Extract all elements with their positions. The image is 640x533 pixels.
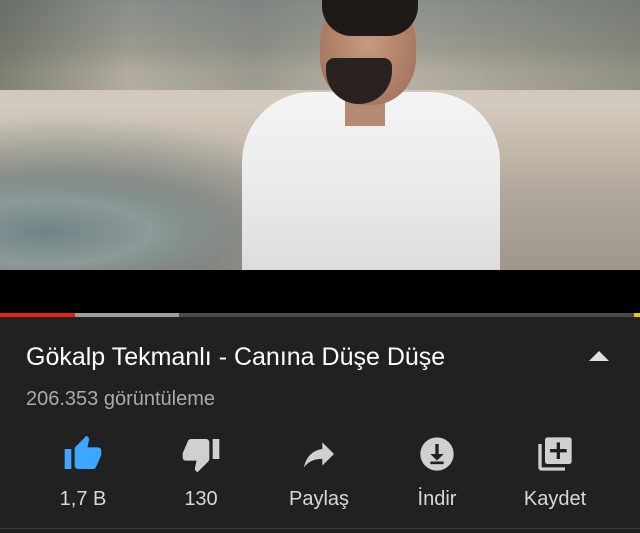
share-button[interactable]: Paylaş (264, 430, 374, 520)
download-icon (420, 437, 454, 471)
divider (0, 528, 640, 529)
chevron-up-icon (589, 351, 609, 361)
video-title: Gökalp Tekmanlı - Canına Düşe Düşe (26, 343, 446, 371)
dislike-count: 130 (184, 488, 218, 510)
add-to-playlist-icon (538, 437, 572, 471)
dislike-button[interactable]: 130 (146, 430, 256, 520)
download-button[interactable]: İndir (382, 430, 492, 520)
progress-ad-marker (634, 313, 640, 317)
action-bar: 1,7 B 130 Paylaş İndir Kaydet (0, 430, 640, 520)
save-label: Kaydet (523, 488, 587, 510)
video-person-hair (322, 0, 418, 36)
share-arrow-icon (304, 442, 334, 468)
like-button[interactable]: 1,7 B (28, 430, 138, 520)
download-label: İndir (417, 488, 457, 510)
thumbs-down-icon (182, 439, 220, 473)
view-count: 206.353 görüntüleme (26, 388, 216, 410)
thumbs-up-icon (64, 435, 102, 469)
share-label: Paylaş (288, 488, 350, 510)
video-player[interactable] (0, 0, 640, 270)
expand-description-button[interactable] (586, 343, 612, 369)
like-count: 1,7 B (59, 488, 107, 510)
video-letterbox (0, 270, 640, 313)
progress-played (0, 313, 75, 317)
save-button[interactable]: Kaydet (500, 430, 610, 520)
progress-bar[interactable] (0, 313, 640, 317)
video-background-wave (0, 175, 230, 270)
